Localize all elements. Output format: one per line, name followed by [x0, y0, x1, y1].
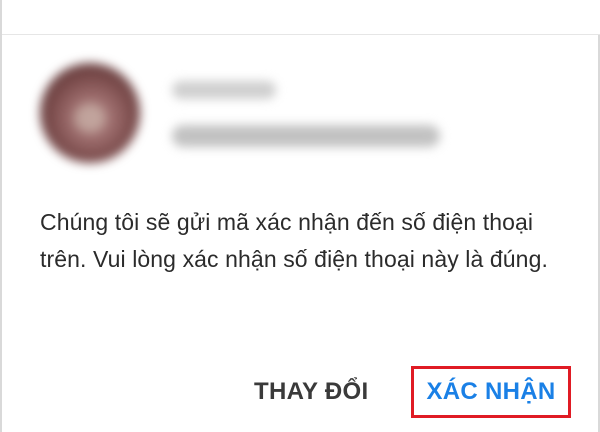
- confirm-phone-dialog: Chúng tôi sẽ gửi mã xác nhận đến số điện…: [0, 0, 600, 432]
- change-button[interactable]: THAY ĐỔI: [254, 378, 368, 406]
- confirmation-message: Chúng tôi sẽ gửi mã xác nhận đến số điện…: [40, 209, 548, 272]
- confirm-button[interactable]: XÁC NHẬN: [411, 366, 571, 418]
- avatar: [40, 63, 140, 163]
- account-info: [40, 63, 460, 163]
- blurred-phone-number: [172, 125, 440, 147]
- blurred-account-name: [172, 81, 276, 99]
- dialog-top-divider: [2, 0, 600, 35]
